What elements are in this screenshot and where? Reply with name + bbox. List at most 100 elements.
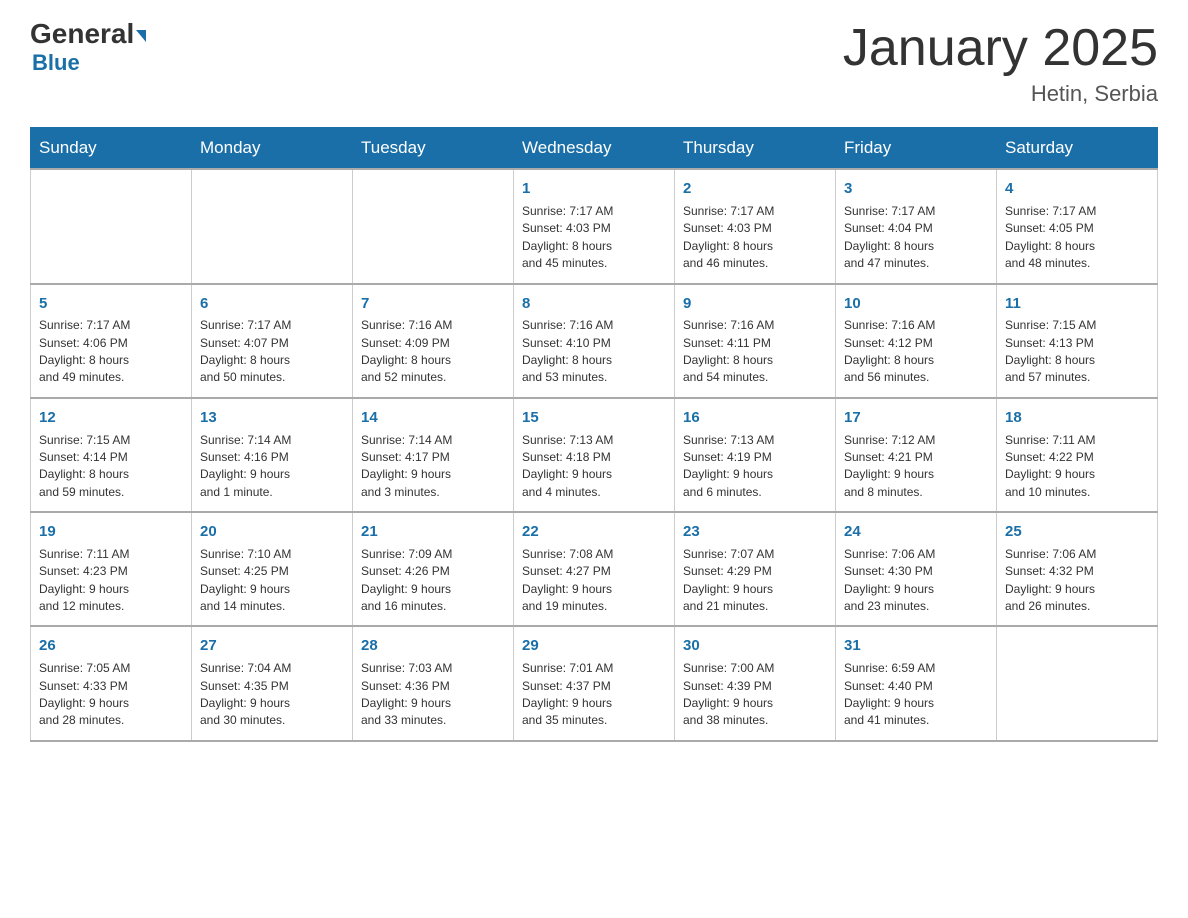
table-row — [353, 169, 514, 283]
table-row: 29 Sunrise: 7:01 AM Sunset: 4:37 PM Dayli… — [514, 626, 675, 740]
day-info: Sunrise: 7:16 AM Sunset: 4:11 PM Dayligh… — [683, 317, 827, 387]
calendar-week-row: 19Sunrise: 7:11 AM Sunset: 4:23 PM Dayli… — [31, 512, 1158, 626]
day-number: 31 — [844, 635, 988, 657]
day-info: Sunrise: 7:06 AM Sunset: 4:30 PM Dayligh… — [844, 546, 988, 616]
day-number: 29 — [522, 635, 666, 657]
table-row: 27 Sunrise: 7:04 AM Sunset: 4:35 PM Dayli… — [192, 626, 353, 740]
day-info: Sunrise: 7:00 AM Sunset: 4:39 PM Dayligh… — [683, 660, 827, 730]
day-info: Sunrise: 7:11 AM Sunset: 4:23 PM Dayligh… — [39, 546, 183, 616]
month-title: January 2025 — [843, 20, 1158, 77]
day-number: 23 — [683, 521, 827, 543]
table-row: 30Sunrise: 7:00 AM Sunset: 4:39 PM Dayli… — [675, 626, 836, 740]
day-number: 6 — [200, 293, 344, 315]
day-info: Sunrise: 7:14 AM Sunset: 4:16 PM Dayligh… — [200, 432, 344, 502]
day-info: Sunrise: 7:16 AM Sunset: 4:10 PM Dayligh… — [522, 317, 666, 387]
table-row: 16 Sunrise: 7:13 AM Sunset: 4:19 PM Dayli… — [675, 398, 836, 512]
table-row: 10Sunrise: 7:16 AM Sunset: 4:12 PM Dayli… — [836, 284, 997, 398]
day-number: 24 — [844, 521, 988, 543]
col-friday: Friday — [836, 128, 997, 170]
calendar-table: Sunday Monday Tuesday Wednesday Thursday… — [30, 127, 1158, 742]
table-row: 2Sunrise: 7:17 AM Sunset: 4:03 PM Daylig… — [675, 169, 836, 283]
table-row: 1Sunrise: 7:17 AM Sunset: 4:03 PM Daylig… — [514, 169, 675, 283]
calendar-week-row: 1 Sunrise: 7:17 AM Sunset: 4:03 PM Daylig… — [31, 169, 1158, 283]
table-row: 5Sunrise: 7:17 AM Sunset: 4:06 PM Daylig… — [31, 284, 192, 398]
day-number: 18 — [1005, 407, 1149, 429]
day-info: Sunrise: 7:06 AM Sunset: 4:32 PM Dayligh… — [1005, 546, 1149, 616]
table-row: 11Sunrise: 7:15 AM Sunset: 4:13 PM Dayli… — [997, 284, 1158, 398]
day-info: Sunrise: 7:16 AM Sunset: 4:09 PM Dayligh… — [361, 317, 505, 387]
day-info: Sunrise: 7:12 AM Sunset: 4:21 PM Dayligh… — [844, 432, 988, 502]
day-number: 3 — [844, 178, 988, 200]
day-number: 21 — [361, 521, 505, 543]
day-number: 13 — [200, 407, 344, 429]
col-wednesday: Wednesday — [514, 128, 675, 170]
table-row: 24 Sunrise: 7:06 AM Sunset: 4:30 PM Dayli… — [836, 512, 997, 626]
day-info: Sunrise: 7:11 AM Sunset: 4:22 PM Dayligh… — [1005, 432, 1149, 502]
day-number: 16 — [683, 407, 827, 429]
col-saturday: Saturday — [997, 128, 1158, 170]
day-number: 25 — [1005, 521, 1149, 543]
day-number: 22 — [522, 521, 666, 543]
day-info: Sunrise: 7:13 AM Sunset: 4:19 PM Dayligh… — [683, 432, 827, 502]
day-number: 5 — [39, 293, 183, 315]
calendar-week-row: 26 Sunrise: 7:05 AM Sunset: 4:33 PM Dayli… — [31, 626, 1158, 740]
day-number: 27 — [200, 635, 344, 657]
table-row: 31 Sunrise: 6:59 AM Sunset: 4:40 PM Dayli… — [836, 626, 997, 740]
day-number: 8 — [522, 293, 666, 315]
location: Hetin, Serbia — [843, 81, 1158, 107]
logo-blue-text: Blue — [32, 50, 80, 76]
day-number: 28 — [361, 635, 505, 657]
col-tuesday: Tuesday — [353, 128, 514, 170]
day-number: 11 — [1005, 293, 1149, 315]
table-row: 13 Sunrise: 7:14 AM Sunset: 4:16 PM Dayli… — [192, 398, 353, 512]
table-row: 3 Sunrise: 7:17 AM Sunset: 4:04 PM Daylig… — [836, 169, 997, 283]
table-row: 25 Sunrise: 7:06 AM Sunset: 4:32 PM Dayli… — [997, 512, 1158, 626]
logo-general-text: General — [30, 20, 146, 48]
day-info: Sunrise: 7:05 AM Sunset: 4:33 PM Dayligh… — [39, 660, 183, 730]
day-info: Sunrise: 7:10 AM Sunset: 4:25 PM Dayligh… — [200, 546, 344, 616]
day-info: Sunrise: 7:01 AM Sunset: 4:37 PM Dayligh… — [522, 660, 666, 730]
day-info: Sunrise: 7:03 AM Sunset: 4:36 PM Dayligh… — [361, 660, 505, 730]
col-monday: Monday — [192, 128, 353, 170]
calendar-week-row: 12 Sunrise: 7:15 AM Sunset: 4:14 PM Dayli… — [31, 398, 1158, 512]
day-number: 17 — [844, 407, 988, 429]
day-number: 15 — [522, 407, 666, 429]
table-row: 9Sunrise: 7:16 AM Sunset: 4:11 PM Daylig… — [675, 284, 836, 398]
col-sunday: Sunday — [31, 128, 192, 170]
table-row: 7Sunrise: 7:16 AM Sunset: 4:09 PM Daylig… — [353, 284, 514, 398]
table-row: 20 Sunrise: 7:10 AM Sunset: 4:25 PM Dayli… — [192, 512, 353, 626]
day-number: 14 — [361, 407, 505, 429]
table-row: 8Sunrise: 7:16 AM Sunset: 4:10 PM Daylig… — [514, 284, 675, 398]
day-number: 4 — [1005, 178, 1149, 200]
day-number: 12 — [39, 407, 183, 429]
table-row: 6Sunrise: 7:17 AM Sunset: 4:07 PM Daylig… — [192, 284, 353, 398]
day-info: Sunrise: 7:08 AM Sunset: 4:27 PM Dayligh… — [522, 546, 666, 616]
table-row: 19Sunrise: 7:11 AM Sunset: 4:23 PM Dayli… — [31, 512, 192, 626]
day-number: 26 — [39, 635, 183, 657]
day-info: Sunrise: 6:59 AM Sunset: 4:40 PM Dayligh… — [844, 660, 988, 730]
day-info: Sunrise: 7:17 AM Sunset: 4:04 PM Dayligh… — [844, 203, 988, 273]
day-number: 1 — [522, 178, 666, 200]
day-info: Sunrise: 7:16 AM Sunset: 4:12 PM Dayligh… — [844, 317, 988, 387]
table-row: 15 Sunrise: 7:13 AM Sunset: 4:18 PM Dayli… — [514, 398, 675, 512]
day-info: Sunrise: 7:17 AM Sunset: 4:06 PM Dayligh… — [39, 317, 183, 387]
table-row: 17 Sunrise: 7:12 AM Sunset: 4:21 PM Dayli… — [836, 398, 997, 512]
day-info: Sunrise: 7:15 AM Sunset: 4:14 PM Dayligh… — [39, 432, 183, 502]
page-header: General Blue January 2025 Hetin, Serbia — [30, 20, 1158, 107]
table-row — [192, 169, 353, 283]
day-info: Sunrise: 7:17 AM Sunset: 4:03 PM Dayligh… — [683, 203, 827, 273]
day-info: Sunrise: 7:17 AM Sunset: 4:07 PM Dayligh… — [200, 317, 344, 387]
table-row — [31, 169, 192, 283]
day-number: 20 — [200, 521, 344, 543]
table-row: 23Sunrise: 7:07 AM Sunset: 4:29 PM Dayli… — [675, 512, 836, 626]
day-info: Sunrise: 7:17 AM Sunset: 4:05 PM Dayligh… — [1005, 203, 1149, 273]
logo-arrow-icon — [136, 30, 146, 42]
day-info: Sunrise: 7:15 AM Sunset: 4:13 PM Dayligh… — [1005, 317, 1149, 387]
table-row: 12 Sunrise: 7:15 AM Sunset: 4:14 PM Dayli… — [31, 398, 192, 512]
table-row: 26 Sunrise: 7:05 AM Sunset: 4:33 PM Dayli… — [31, 626, 192, 740]
day-info: Sunrise: 7:13 AM Sunset: 4:18 PM Dayligh… — [522, 432, 666, 502]
table-row: 18 Sunrise: 7:11 AM Sunset: 4:22 PM Dayli… — [997, 398, 1158, 512]
day-number: 7 — [361, 293, 505, 315]
day-number: 10 — [844, 293, 988, 315]
day-info: Sunrise: 7:04 AM Sunset: 4:35 PM Dayligh… — [200, 660, 344, 730]
